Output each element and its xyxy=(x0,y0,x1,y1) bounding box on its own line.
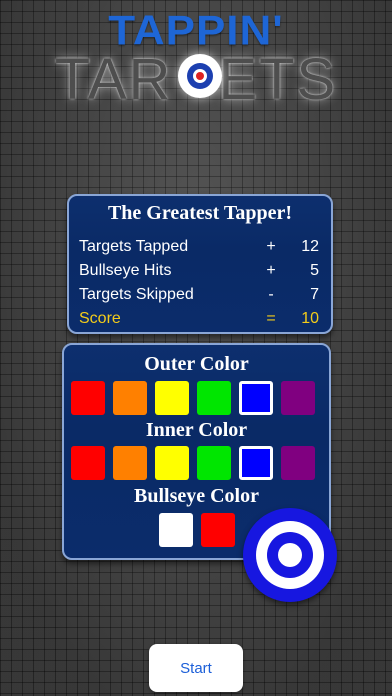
stat-operator: = xyxy=(266,310,276,327)
color-swatch[interactable] xyxy=(281,381,315,415)
stat-operator: + xyxy=(266,262,276,279)
app-logo: TAPPIN' TAR ETS xyxy=(0,0,392,112)
color-swatch[interactable] xyxy=(155,446,189,480)
color-swatch[interactable] xyxy=(113,381,147,415)
stat-row-targets-skipped: Targets Skipped - 7 xyxy=(79,286,323,308)
stat-operator: + xyxy=(266,238,276,255)
logo-title-bottom-left: TAR xyxy=(54,47,173,112)
color-swatch[interactable] xyxy=(113,446,147,480)
color-swatch[interactable] xyxy=(197,446,231,480)
stats-panel: The Greatest Tapper! Targets Tapped + 12… xyxy=(67,194,333,334)
bullseye-color-title: Bullseye Color xyxy=(134,485,259,507)
color-swatch[interactable] xyxy=(239,381,273,415)
color-swatch[interactable] xyxy=(201,513,235,547)
stat-row-bullseye-hits: Bullseye Hits + 5 xyxy=(79,262,323,284)
stat-row-targets-tapped: Targets Tapped + 12 xyxy=(79,238,323,260)
color-swatch[interactable] xyxy=(71,381,105,415)
color-swatch[interactable] xyxy=(239,446,273,480)
inner-color-title: Inner Color xyxy=(145,419,248,441)
stat-label: Targets Tapped xyxy=(79,238,189,255)
outer-color-title: Outer Color xyxy=(144,353,249,375)
start-button[interactable]: Start xyxy=(149,644,243,692)
logo-title-bottom-right: ETS xyxy=(218,47,338,112)
target-preview xyxy=(243,508,337,602)
stat-value: 7 xyxy=(310,286,319,303)
stat-label: Score xyxy=(79,310,121,327)
stat-row-score: Score = 10 xyxy=(79,310,323,332)
color-swatch[interactable] xyxy=(197,381,231,415)
color-swatch[interactable] xyxy=(159,513,193,547)
stats-title: The Greatest Tapper! xyxy=(107,202,293,224)
stat-value: 10 xyxy=(301,310,319,327)
stat-label: Targets Skipped xyxy=(79,286,194,303)
stat-value: 5 xyxy=(310,262,319,279)
stat-value: 12 xyxy=(301,238,319,255)
stat-operator: - xyxy=(268,286,274,303)
logo-target-icon xyxy=(178,54,222,98)
color-swatch[interactable] xyxy=(155,381,189,415)
color-swatch[interactable] xyxy=(71,446,105,480)
stat-label: Bullseye Hits xyxy=(79,262,172,279)
color-swatch[interactable] xyxy=(281,446,315,480)
